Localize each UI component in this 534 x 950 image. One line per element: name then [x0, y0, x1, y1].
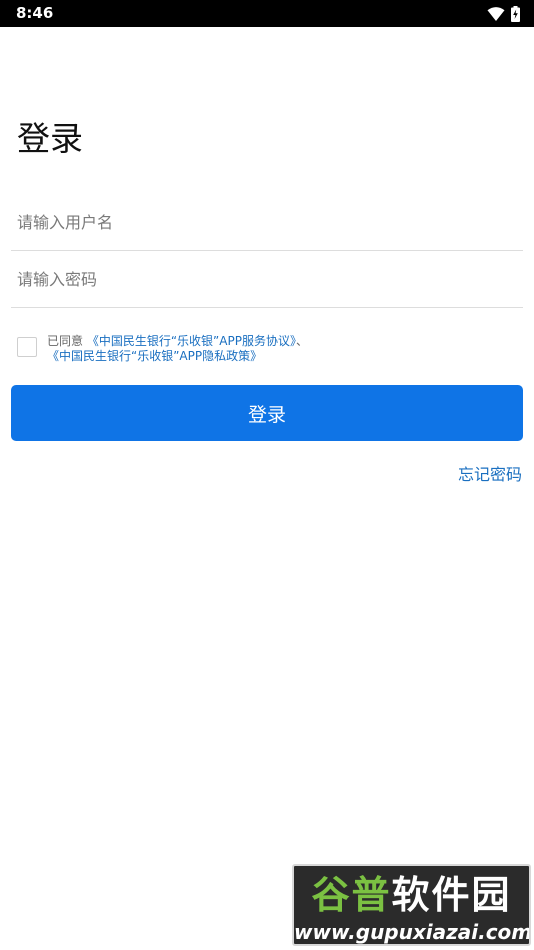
status-time: 8:46: [16, 4, 54, 22]
username-input[interactable]: [17, 195, 517, 250]
wifi-icon: [487, 6, 505, 21]
password-field: [11, 252, 523, 308]
battery-charging-icon: [511, 5, 520, 22]
username-field: [11, 195, 523, 251]
watermark-title-part2: 软件园: [391, 873, 512, 917]
privacy-policy-link[interactable]: 《中国民生银行“乐收银”APP隐私政策》: [47, 349, 262, 363]
watermark-logo: 谷普软件园 www.gupuxiazai.com: [292, 864, 531, 946]
login-button[interactable]: 登录: [11, 385, 523, 441]
status-icons: [487, 5, 520, 22]
watermark-title: 谷普软件园: [294, 872, 529, 918]
watermark-url: www.gupuxiazai.com: [294, 920, 531, 944]
page-title: 登录: [17, 119, 83, 158]
password-input[interactable]: [17, 252, 517, 307]
agreement-separator: 、: [295, 334, 308, 348]
forgot-password-link[interactable]: 忘记密码: [458, 464, 522, 486]
agreement-checkbox[interactable]: [17, 337, 37, 357]
status-bar: 8:46: [0, 0, 534, 27]
agreement-text: 已同意 《中国民生银行“乐收银”APP服务协议》、《中国民生银行“乐收银”APP…: [47, 334, 517, 364]
watermark-title-part1: 谷普: [311, 873, 392, 917]
agreement-prefix: 已同意: [47, 334, 84, 348]
service-agreement-link[interactable]: 《中国民生银行“乐收银”APP服务协议》: [87, 334, 296, 348]
